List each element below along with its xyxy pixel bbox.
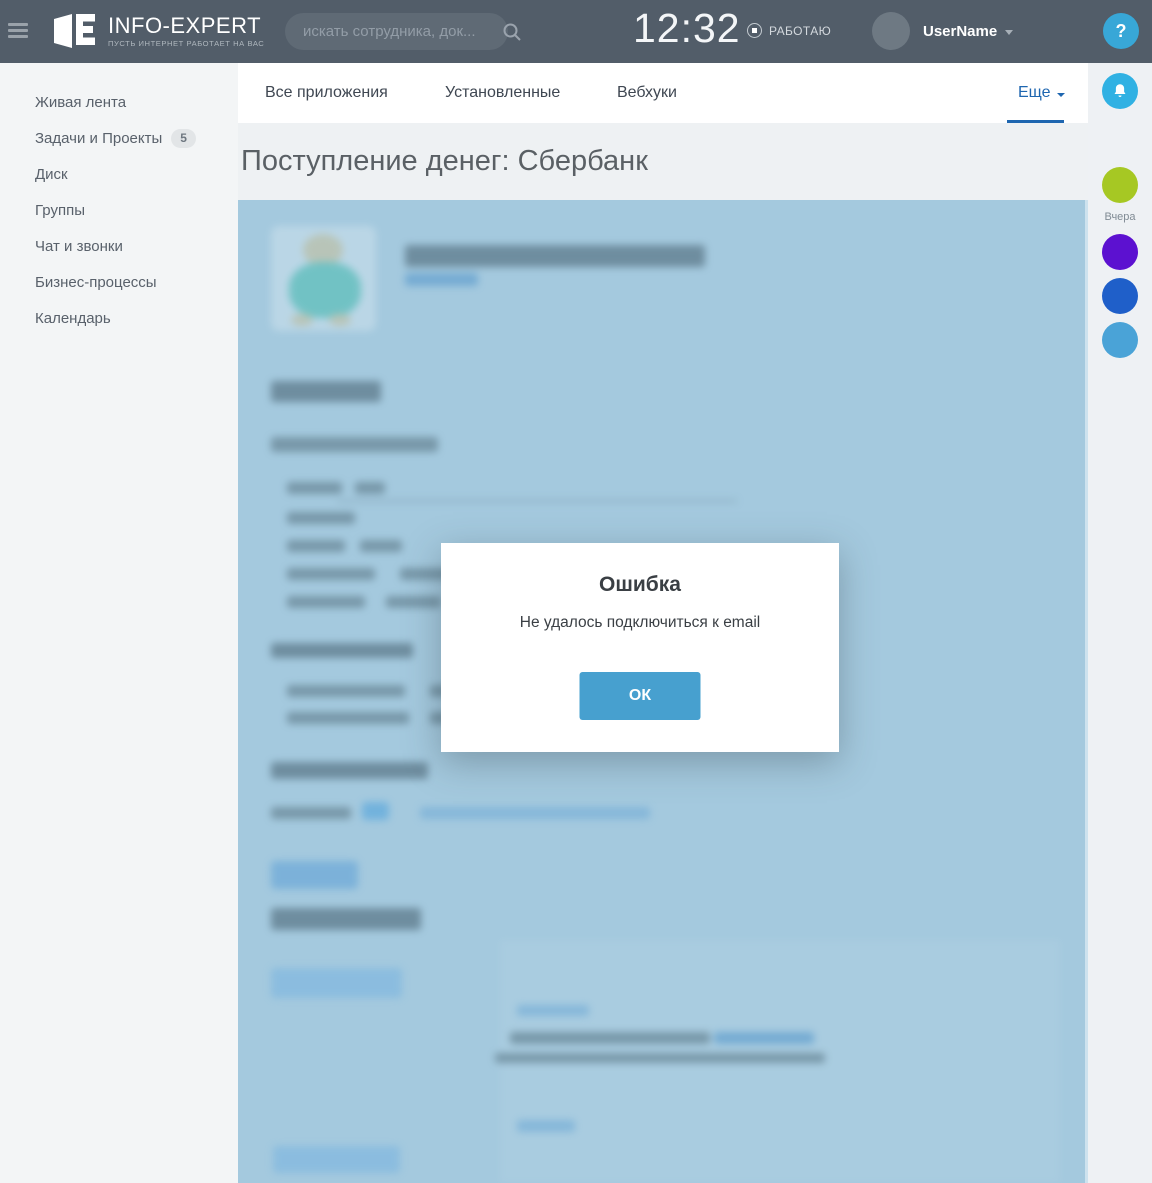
sidebar-item-chat[interactable]: Чат и звонки [0, 229, 238, 265]
sidebar-item-label: Чат и звонки [35, 238, 123, 255]
avatar[interactable] [872, 12, 910, 50]
search-icon[interactable] [502, 22, 522, 42]
chat-avatar-purple[interactable] [1102, 234, 1138, 270]
logo-title: INFO-EXPERT [108, 13, 262, 38]
sidebar-item-label: Бизнес-процессы [35, 274, 157, 291]
sidebar-item-label: Группы [35, 202, 85, 219]
app-root: INFO-EXPERT ПУСТЬ ИНТЕРНЕТ РАБОТАЕТ НА В… [0, 0, 1152, 1183]
sidebar-item-label: Диск [35, 166, 68, 183]
logo-tagline: ПУСТЬ ИНТЕРНЕТ РАБОТАЕТ НА ВАС [108, 39, 265, 48]
yesterday-label: Вчера [1104, 211, 1136, 223]
user-name: UserName [923, 22, 998, 40]
sidebar-item-drive[interactable]: Диск [0, 157, 238, 193]
error-dialog: Ошибка Не удалось подключиться к email О… [441, 543, 839, 752]
logo-icon [54, 14, 95, 48]
tab-webhooks[interactable]: Вебхуки [617, 63, 677, 123]
status-record-icon [747, 23, 762, 38]
menu-icon[interactable] [8, 23, 28, 38]
global-search[interactable] [285, 13, 521, 50]
sidebar-item-groups[interactable]: Группы [0, 193, 238, 229]
dialog-message: Не удалось подключиться к email [519, 614, 761, 631]
sidebar-item-calendar[interactable]: Календарь [0, 301, 238, 337]
sidebar-item-live-feed[interactable]: Живая лента [0, 85, 238, 121]
tasks-count-badge: 5 [171, 129, 196, 148]
sidebar-item-tasks[interactable]: Задачи и Проекты 5 [0, 121, 238, 157]
chat-avatar-green[interactable] [1102, 167, 1138, 203]
tab-bar: Все приложения Установленные Вебхуки Еще [238, 63, 1088, 123]
chevron-down-icon [1005, 29, 1014, 35]
page-header: Поступление денег: Сбербанк [238, 123, 1088, 200]
user-menu[interactable]: UserName [872, 12, 1014, 50]
chat-avatar-lightblue[interactable] [1102, 322, 1138, 358]
ok-button[interactable]: ОК [579, 672, 701, 720]
clock[interactable]: 12:32 [633, 5, 741, 52]
sidebar-item-bizproc[interactable]: Бизнес-процессы [0, 265, 238, 301]
tab-all-apps[interactable]: Все приложения [265, 63, 388, 123]
top-bar: INFO-EXPERT ПУСТЬ ИНТЕРНЕТ РАБОТАЕТ НА В… [0, 0, 1152, 63]
bell-icon [1114, 84, 1126, 97]
app-icon [271, 226, 376, 331]
dialog-title: Ошибка [599, 573, 681, 596]
chevron-down-icon [1056, 92, 1065, 97]
toggle-blurred [362, 802, 389, 820]
notifications-button[interactable] [1102, 73, 1138, 109]
left-sidebar: Живая лента Задачи и Проекты 5 Диск Групп… [0, 63, 238, 1183]
page-title: Поступление денег: Сбербанк [241, 145, 648, 177]
status-label: РАБОТАЮ [769, 23, 832, 38]
logo[interactable]: INFO-EXPERT ПУСТЬ ИНТЕРНЕТ РАБОТАЕТ НА В… [52, 12, 264, 50]
sidebar-item-label: Календарь [35, 310, 111, 327]
tab-installed[interactable]: Установленные [445, 63, 560, 123]
work-status-toggle[interactable]: РАБОТАЮ [747, 23, 831, 38]
sidebar-item-label: Задачи и Проекты [35, 130, 163, 147]
chat-avatar-blue[interactable] [1102, 278, 1138, 314]
right-rail: Вчера [1088, 63, 1152, 1183]
tab-more-label: Еще [1018, 84, 1051, 101]
help-button[interactable]: ? [1103, 13, 1139, 49]
search-input[interactable] [303, 23, 502, 40]
sidebar-item-label: Живая лента [35, 94, 127, 111]
tab-more[interactable]: Еще [1018, 63, 1065, 123]
